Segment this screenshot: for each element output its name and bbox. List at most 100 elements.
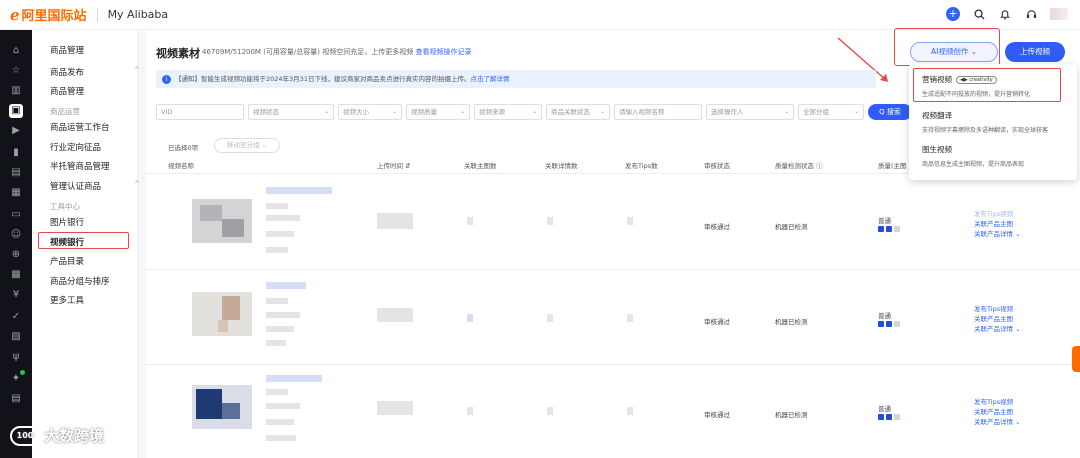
table-row[interactable]: 审核通过 机器已检测 普通 发布Tips视频 关联产品主图 关联产品详情 ⌄ — [146, 175, 1080, 270]
sidebar-item-grouping[interactable]: 商品分组与排序 — [50, 275, 110, 287]
audit-status: 审核通过 — [704, 223, 730, 231]
watermark: 100 大数跨境 — [10, 425, 104, 446]
video-name-input[interactable]: 请输入视频名称 — [614, 104, 702, 120]
alibaba-logo[interactable]: ℯ 阿里国际站 — [10, 5, 87, 25]
dropdown-item-desc: 生成适配不同投放的视频，提升营销转化 — [922, 91, 1031, 98]
video-thumbnail[interactable] — [192, 385, 252, 429]
sidebar-item-product-publish[interactable]: 商品发布 ^ — [50, 66, 140, 78]
sidebar-item-label: 管理认证商品 — [50, 182, 102, 192]
video-title-blurred[interactable] — [266, 375, 322, 382]
store-icon[interactable]: ▥ — [9, 84, 23, 98]
col-upload-time[interactable]: 上传时间 ⇵ — [377, 160, 411, 170]
chevron-down-icon: ⌄ — [853, 108, 859, 115]
sidebar-item-image-bank[interactable]: 图片银行 — [50, 216, 84, 228]
chevron-down-icon: ⌄ — [783, 108, 789, 115]
table-row[interactable]: 审核通过 机器已检测 普通 发布Tips视频 关联产品主图 关联产品详情 ⌄ — [146, 365, 1080, 458]
sidebar-item-certified[interactable]: 管理认证商品 ^ — [50, 180, 140, 192]
product-link-status-select[interactable]: 商品关联状态 ⌄ — [546, 104, 610, 120]
link-detail-link[interactable]: 关联产品详情 ⌄ — [974, 229, 1021, 239]
link-detail-link[interactable]: 关联产品详情 ⌄ — [974, 417, 1021, 427]
quality-meter — [878, 321, 900, 327]
dropdown-item-image-to-video[interactable]: 图生视频 商品信息生成主图视频，提升商品表现 — [922, 144, 1072, 168]
sidebar-item-ops-workbench[interactable]: 商品运营工作台 — [50, 121, 110, 133]
sidebar-item-semi-managed[interactable]: 半托管商品管理 — [50, 160, 110, 172]
operator-select[interactable]: 选择操作人 ⌄ — [706, 104, 794, 120]
headset-icon[interactable] — [1024, 7, 1038, 21]
plus-circle-icon[interactable]: + — [946, 7, 960, 21]
quality-label: 普通 — [878, 312, 891, 320]
video-title-blurred[interactable] — [266, 282, 306, 289]
redacted-text — [266, 231, 294, 237]
chevron-up-icon: ^ — [134, 66, 140, 74]
bell-icon[interactable] — [998, 7, 1012, 21]
quality-dot — [878, 414, 884, 420]
redacted-text — [266, 340, 286, 346]
link-main-image-link[interactable]: 关联产品主图 — [974, 219, 1021, 229]
operation-log-link[interactable]: 查看视频操作记录 — [415, 48, 471, 56]
bag-icon[interactable]: ▣ — [9, 104, 23, 118]
gift-icon[interactable]: ▤ — [9, 392, 23, 406]
wallet-icon[interactable]: ▩ — [9, 268, 23, 282]
search-icon[interactable] — [972, 7, 986, 21]
video-thumbnail[interactable] — [192, 199, 252, 243]
site-name[interactable]: My Alibaba — [108, 8, 169, 21]
chart-icon[interactable]: ▮ — [9, 146, 23, 160]
sidebar-item-more-tools[interactable]: 更多工具 — [50, 294, 84, 306]
link-main-image-link[interactable]: 关联产品主图 — [974, 407, 1021, 417]
video-quality-select[interactable]: 视频质量 ⌄ — [406, 104, 470, 120]
move-to-group-button[interactable]: 移动至分组 ⌄ — [214, 138, 280, 153]
sidebar-item-product-manage[interactable]: 商品管理 — [50, 85, 84, 97]
dropdown-item-marketing-video[interactable]: 营销视频 ◀▶ creativity 生成适配不同投放的视频，提升营销转化 — [922, 74, 1072, 98]
quality-dot — [878, 226, 884, 232]
table-row[interactable]: 审核通过 机器已检测 普通 发布Tips视频 关联产品主图 关联产品详情 ⌄ — [146, 270, 1080, 365]
publish-tips-link[interactable]: 发布Tips视频 — [974, 304, 1021, 314]
watermark-text: 大数跨境 — [44, 427, 105, 445]
video-source-select[interactable]: 视频来源 ⌄ — [474, 104, 542, 120]
globe-icon[interactable]: ⊕ — [9, 248, 23, 262]
sparkle-icon[interactable]: ✦ — [9, 370, 25, 386]
notice-link[interactable]: 点击了解详情 — [470, 75, 509, 83]
vid-input[interactable]: VID — [156, 104, 244, 120]
group-select[interactable]: 全部分组 ⌄ — [798, 104, 864, 120]
redacted-text — [266, 203, 288, 209]
sidebar-item-video-bank[interactable]: 视频银行 — [50, 236, 84, 248]
redacted-count — [627, 407, 633, 415]
quality-dot — [886, 321, 892, 327]
link-detail-link[interactable]: 关联产品详情 ⌄ — [974, 324, 1021, 334]
box-icon[interactable]: ▦ — [9, 186, 23, 200]
star-icon[interactable]: ☆ — [9, 64, 23, 78]
sidebar-item-industry[interactable]: 行业定向征品 — [50, 141, 101, 153]
video-status-select[interactable]: 视频状态 ⌄ — [248, 104, 334, 120]
divider — [96, 7, 98, 22]
plant-icon[interactable]: ψ — [9, 350, 23, 364]
publish-tips-link[interactable]: 发布Tips视频 — [974, 209, 1021, 219]
dropdown-item-title: 图生视频 — [922, 145, 952, 154]
sidebar-item-catalog[interactable]: 产品目录 — [50, 255, 84, 267]
document-icon[interactable]: ▤ — [9, 166, 23, 180]
ai-video-create-button[interactable]: AI视频创作 ⌄ — [910, 42, 998, 62]
link-main-image-link[interactable]: 关联产品主图 — [974, 314, 1021, 324]
avatar[interactable] — [1050, 8, 1068, 20]
upload-video-button[interactable]: 上传视频 — [1005, 42, 1065, 62]
top-bar: ℯ 阿里国际站 My Alibaba + — [0, 0, 1080, 30]
col-audit-status: 审核状态 — [704, 162, 730, 170]
feedback-side-tab[interactable] — [1072, 346, 1080, 372]
home-icon[interactable]: ⌂ — [9, 44, 23, 58]
search-button[interactable]: Q 搜索 — [868, 104, 912, 120]
user-group-icon[interactable]: ☺ — [9, 228, 23, 242]
video-thumbnail[interactable] — [192, 292, 252, 336]
publish-tips-link[interactable]: 发布Tips视频 — [974, 397, 1021, 407]
video-size-select[interactable]: 视频大小 ⌄ — [338, 104, 402, 120]
dropdown-item-video-translate[interactable]: 视频翻译 支持视频字幕擦除及多语种翻译，实现全球获客 — [922, 110, 1072, 134]
thumbnail-mosaic — [222, 403, 240, 419]
message-icon[interactable]: ▭ — [9, 208, 23, 222]
sidebar-nav: 商品管理 商品发布 ^ 商品管理 商品运营 商品运营工作台 行业定向征品 半托管商… — [32, 30, 140, 458]
box-stack-icon[interactable]: ▧ — [9, 330, 23, 344]
shield-check-icon[interactable]: ✓ — [9, 310, 23, 324]
quality-dot — [886, 226, 892, 232]
video-title-blurred[interactable] — [266, 187, 332, 194]
money-icon[interactable]: ¥ — [9, 288, 23, 302]
col-main-image-count: 关联主图数 — [464, 162, 497, 170]
video-icon[interactable]: ▶ — [9, 124, 23, 138]
redacted-time — [377, 401, 413, 415]
